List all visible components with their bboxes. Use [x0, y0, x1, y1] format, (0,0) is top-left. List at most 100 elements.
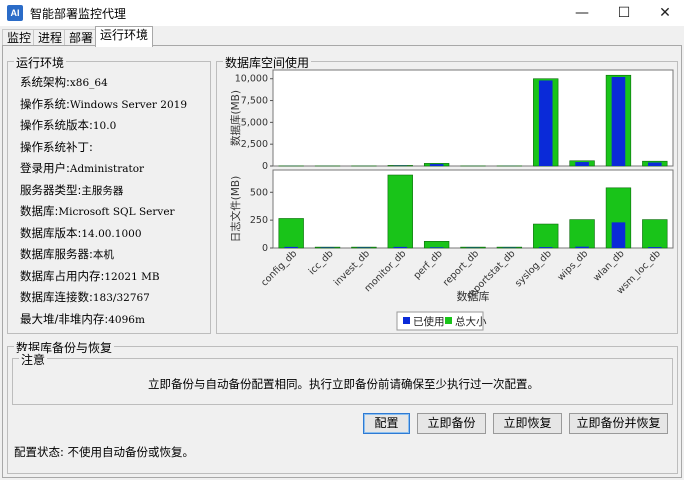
runtime-value: x86_64 — [69, 77, 108, 89]
window-title: 智能部署监控代理 — [30, 7, 127, 21]
x-tick-label: config_db — [259, 248, 299, 288]
legend-swatch — [403, 317, 410, 324]
maximize-icon[interactable]: ☐ — [607, 0, 641, 26]
backup-status-label: 配置状态: — [14, 445, 64, 459]
x-tick-label: perf_db — [412, 248, 445, 281]
y-tick-label: 5,000 — [241, 117, 268, 128]
backup-now-button[interactable]: 立即备份 — [417, 413, 486, 434]
y-tick-label: 250 — [250, 215, 268, 226]
tab-deploy[interactable]: 部署 — [64, 29, 99, 46]
runtime-value: 14.00.1000 — [81, 227, 142, 240]
x-tick-label: icc_db — [307, 248, 336, 277]
x-tick-label: wlan_db — [591, 248, 626, 283]
bar-used — [611, 76, 626, 166]
note-text: 立即备份与自动备份配置相同。执行立即备份前请确保至少执行过一次配置。 — [148, 377, 539, 391]
runtime-label: 操作系统版本: — [20, 118, 93, 132]
bar-total — [642, 219, 668, 249]
backup-and-restore-button[interactable]: 立即备份并恢复 — [569, 413, 668, 434]
y-tick-label: 2,500 — [241, 139, 268, 150]
bar-used — [429, 247, 444, 248]
runtime-group-title: 运行环境 — [14, 54, 67, 71]
runtime-label: 系统架构: — [20, 75, 70, 89]
runtime-value: 本机 — [92, 249, 114, 261]
runtime-group: 运行环境 系统架构:x86_64 操作系统:Windows Server 2019… — [7, 54, 211, 334]
runtime-label: 数据库占用内存: — [20, 268, 105, 283]
runtime-value: Administrator — [69, 163, 145, 175]
app-icon: AI — [7, 5, 23, 21]
y-tick-label: 7,500 — [241, 96, 268, 107]
runtime-value: 主服务器 — [81, 184, 124, 197]
x-axis-label: 数据库 — [457, 289, 490, 303]
y-tick-label: 0 — [262, 243, 268, 254]
runtime-row: 数据库占用内存:12021 MB — [20, 268, 160, 284]
bar-total — [423, 241, 450, 249]
bar-used — [611, 222, 626, 248]
runtime-row: 系统架构:x86_64 — [20, 74, 108, 90]
bar-used — [284, 246, 298, 248]
runtime-label: 数据库版本: — [20, 225, 82, 240]
runtime-row: 操作系统补丁: — [20, 139, 93, 155]
restore-now-button[interactable]: 立即恢复 — [493, 413, 562, 434]
runtime-row: 操作系统版本:10.0 — [20, 117, 116, 133]
backup-status-value: 不使用自动备份或恢复。 — [67, 445, 195, 459]
bar-total — [533, 223, 559, 249]
note-box: 注意 立即备份与自动备份配置相同。执行立即备份前请确保至少执行过一次配置。 — [12, 351, 673, 405]
runtime-label: 数据库连接数: — [20, 290, 93, 304]
runtime-row: 数据库服务器:本机 — [20, 246, 114, 262]
legend-label: 总大小 — [455, 315, 487, 328]
bar-used — [575, 162, 589, 166]
y-tick-label: 500 — [250, 187, 268, 198]
runtime-label: 操作系统补丁: — [20, 139, 93, 154]
tab-bar: 监控 进程 部署 运行环境 — [0, 26, 684, 47]
db-space-group: 数据库空间使用 0 2,500 5,000 7,500 10,000 数据库(MB) 0 25… — [216, 54, 678, 334]
main-window: AI 智能部署监控代理 — ☐ ✕ 监控 进程 部署 运行环境 运行环境 系统架… — [0, 0, 684, 480]
runtime-row: 最大堆/非堆内存:4096m — [20, 311, 145, 327]
note-title: 注意 — [19, 351, 48, 368]
runtime-value: Microsoft SQL Server — [58, 206, 175, 218]
runtime-value: 10.0 — [92, 120, 117, 132]
y-tick-label: 10,000 — [235, 74, 268, 85]
runtime-row: 服务器类型:主服务器 — [20, 182, 123, 198]
legend-swatch — [445, 317, 452, 324]
runtime-value: 12021 MB — [104, 270, 160, 283]
runtime-row: 数据库连接数:183/32767 — [20, 289, 150, 305]
y-axis-label: 数据库(MB) — [229, 90, 242, 146]
close-icon[interactable]: ✕ — [648, 0, 682, 26]
bar-used — [429, 164, 444, 166]
runtime-value: 4096m — [108, 313, 145, 326]
tab-monitor[interactable]: 监控 — [2, 29, 37, 46]
backup-group: 数据库备份与恢复 注意 立即备份与自动备份配置相同。执行立即备份前请确保至少执行… — [7, 339, 678, 474]
runtime-row: 数据库:Microsoft SQL Server — [20, 203, 175, 219]
runtime-value: 183/32767 — [92, 292, 150, 304]
bar-total — [387, 174, 413, 249]
minimize-icon[interactable]: — — [565, 0, 599, 26]
tab-process[interactable]: 进程 — [33, 29, 68, 46]
runtime-row: 登录用户:Administrator — [20, 160, 144, 176]
runtime-row: 操作系统:Windows Server 2019 — [20, 96, 187, 112]
bar-used — [538, 247, 553, 248]
x-tick-label: wips_db — [555, 248, 590, 283]
db-space-chart: 0 2,500 5,000 7,500 10,000 数据库(MB) 0 250 500 日志文件… — [229, 69, 674, 331]
backup-status: 配置状态: 不使用自动备份或恢复。 — [14, 444, 194, 460]
bar-used — [648, 162, 662, 166]
y-axis-label: 日志文件(MB) — [229, 176, 242, 242]
runtime-label: 登录用户: — [20, 161, 70, 175]
tab-runtime[interactable]: 运行环境 — [95, 26, 154, 47]
runtime-label: 数据库: — [20, 204, 59, 218]
config-button[interactable]: 配置 — [363, 413, 410, 434]
bar-total — [278, 218, 304, 249]
title-bar[interactable]: AI 智能部署监控代理 — ☐ ✕ — [0, 0, 684, 26]
runtime-value: Windows Server 2019 — [69, 98, 188, 111]
bar-total — [569, 219, 595, 249]
bar-used — [575, 246, 589, 248]
runtime-label: 最大堆/非堆内存: — [20, 311, 109, 326]
runtime-label: 数据库服务器: — [20, 247, 93, 261]
x-tick-label: syslog_db — [513, 248, 554, 289]
y-tick-label: 0 — [262, 161, 268, 172]
runtime-label: 操作系统: — [20, 96, 70, 111]
bar-used — [648, 247, 662, 248]
runtime-row: 数据库版本:14.00.1000 — [20, 225, 142, 241]
bar-used — [393, 246, 408, 248]
runtime-label: 服务器类型: — [20, 182, 82, 197]
legend-label: 已使用 — [413, 315, 445, 328]
